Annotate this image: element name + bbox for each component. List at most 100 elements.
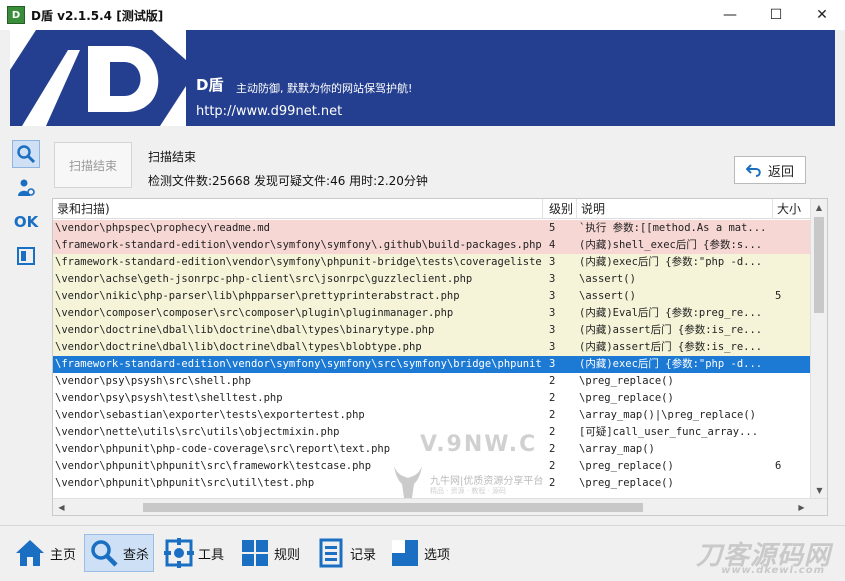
table-row[interactable]: \vendor\psy\psysh\test\shelltest.php 2 \pr… [53,390,811,407]
table-row[interactable]: \vendor\nikic\php-parser\lib\phpparser\p… [53,288,811,305]
title-bar: D D盾 v2.1.5.4 [测试版] — ☐ ✕ [0,0,845,30]
table-body: \vendor\phpspec\prophecy\readme.md 5 `执行 参… [53,220,811,492]
table-cell-desc: \preg_replace() [579,477,674,489]
table-cell-path: \vendor\composer\composer\src\composer\p… [55,307,454,319]
banner-url[interactable]: http://www.d99net.net [196,104,342,119]
table-row[interactable]: \framework-standard-edition\vendor\symfo… [53,254,811,271]
table-cell-size [773,441,811,458]
table-cell-level: 2 [549,375,556,387]
table-cell-path: \vendor\achse\geth-jsonrpc-php-client\sr… [55,273,473,285]
scroll-up-arrow-icon[interactable]: ▲ [811,199,827,216]
nav-options-label: 选项 [424,547,451,563]
horizontal-scrollbar[interactable]: ◀ ▶ [53,498,827,515]
table-cell-path: \vendor\nikic\php-parser\lib\phpparser\p… [55,290,460,302]
ok-icon: OK [13,213,39,231]
table-cell-desc: (内藏)assert后门 {参数:is_re... [579,341,763,353]
left-nav-ok-icon[interactable]: OK [12,208,40,236]
table-cell-size [773,475,811,492]
table-row[interactable]: \vendor\phpunit\phpunit\src\framework\te… [53,458,811,475]
table-row[interactable]: \vendor\achse\geth-jsonrpc-php-client\sr… [53,271,811,288]
table-cell-size [773,271,811,288]
banner: D盾 主动防御, 默默为你的网站保驾护航! http://www.d99net.… [10,30,835,126]
table-cell-level: 4 [549,239,556,251]
minimize-button[interactable]: — [707,0,753,30]
scan-status-button[interactable]: 扫描结束 [54,142,132,188]
table-cell-size [773,407,811,424]
table-cell-level: 3 [549,290,556,302]
undo-arrow-icon [745,164,761,177]
table-row[interactable]: \vendor\phpspec\prophecy\readme.md 5 `执行 参… [53,220,811,237]
table-cell-path: \framework-standard-edition\vendor\symfo… [55,256,543,268]
magnifier-icon [17,145,36,164]
column-header-size[interactable]: 大小 [773,199,811,219]
table-cell-desc: (内藏)Eval后门 {参数:preg_re... [579,307,763,319]
user-gear-icon [18,179,35,196]
app-icon: D [7,6,25,24]
scroll-left-arrow-icon[interactable]: ◀ [53,499,70,515]
table-row[interactable]: \vendor\phpunit\php-code-coverage\src\re… [53,441,811,458]
table-row[interactable]: \vendor\composer\composer\src\composer\p… [53,305,811,322]
table-row[interactable]: \vendor\sebastian\exporter\tests\exporte… [53,407,811,424]
close-button[interactable]: ✕ [799,0,845,30]
table-header: 录和扫描) 级别 说明 大小 [53,199,811,219]
table-cell-level: 2 [549,443,556,455]
table-cell-path: \vendor\nette\utils\src\utils\objectmixi… [55,426,340,438]
table-cell-desc: (内藏)exec后门 {参数:"php -d... [579,358,763,370]
table-row[interactable]: \vendor\doctrine\dbal\lib\doctrine\dbal\… [53,339,811,356]
scroll-right-arrow-icon[interactable]: ▶ [793,499,810,515]
table-cell-level: 3 [549,273,556,285]
table-cell-desc: (内藏)assert后门 {参数:is_re... [579,324,763,336]
table-cell-desc: (内藏)shell_exec后门 {参数:s... [579,239,763,251]
table-row[interactable]: \vendor\nette\utils\src\utils\objectmixi… [53,424,811,441]
option-panel-icon [392,540,418,566]
table-cell-path: \vendor\phpspec\prophecy\readme.md [55,222,270,234]
back-button[interactable]: 返回 [734,156,806,184]
table-cell-path: \vendor\sebastian\exporter\tests\exporte… [55,409,365,421]
nav-options-button[interactable]: 选项 [386,534,454,572]
left-nav-user-gear-icon[interactable] [12,174,40,202]
horizontal-scroll-thumb[interactable] [143,503,643,512]
scan-summary-text: 检测文件数:25668 发现可疑文件:46 用时:2.20分钟 [148,174,428,188]
table-cell-level: 2 [549,426,556,438]
table-cell-size [773,237,811,254]
table-cell-path: \vendor\phpunit\phpunit\src\util\test.ph… [55,477,315,489]
column-header-level[interactable]: 级别 [543,199,577,219]
nav-scan-button[interactable]: 查杀 [84,534,155,572]
table-row[interactable]: \vendor\phpunit\phpunit\src\util\test.ph… [53,475,811,492]
table-row[interactable]: \vendor\psy\psysh\src\shell.php 2 \preg_re… [53,373,811,390]
table-cell-level: 2 [549,460,556,472]
table-cell-path: \vendor\doctrine\dbal\lib\doctrine\dbal\… [55,341,422,353]
banner-brand: D盾 [196,76,224,94]
column-header-desc[interactable]: 说明 [577,199,773,219]
table-cell-desc: \array_map() [579,443,655,455]
nav-log-button[interactable]: 记录 [312,534,380,572]
column-header-path[interactable]: 录和扫描) [53,199,543,219]
table-cell-path: \framework-standard-edition\vendor\symfo… [55,358,543,370]
table-cell-size [773,356,811,373]
table-cell-level: 2 [549,477,556,489]
nav-tools-button[interactable]: 工具 [160,534,228,572]
nav-log-label: 记录 [350,547,377,563]
back-button-label: 返回 [767,164,794,180]
maximize-button[interactable]: ☐ [753,0,799,30]
table-cell-desc: \preg_replace() [579,375,674,387]
left-nav-window-icon[interactable] [12,242,40,270]
table-cell-desc: \assert() [579,290,636,302]
left-nav-magnifier-icon[interactable] [12,140,40,168]
table-cell-path: \vendor\doctrine\dbal\lib\doctrine\dbal\… [55,324,435,336]
table-cell-level: 5 [549,222,556,234]
nav-rules-button[interactable]: 规则 [236,534,304,572]
scroll-down-arrow-icon[interactable]: ▼ [811,482,827,499]
table-row[interactable]: \framework-standard-edition\vendor\symfo… [53,237,811,254]
banner-slogan: 主动防御, 默默为你的网站保驾护航! [236,82,413,95]
nav-home-button[interactable]: 主页 [10,534,80,572]
table-row[interactable]: \framework-standard-edition\vendor\symfo… [53,356,811,373]
table-row[interactable]: \vendor\doctrine\dbal\lib\doctrine\dbal\… [53,322,811,339]
table-cell-desc: [可疑]call_user_func_array... [579,426,759,438]
vertical-scrollbar[interactable]: ▲ ▼ [810,199,827,499]
vertical-scroll-thumb[interactable] [814,217,824,313]
table-cell-path: \vendor\psy\psysh\src\shell.php [55,375,251,387]
table-cell-level: 3 [549,324,556,336]
table-cell-desc: \assert() [579,273,636,285]
table-cell-level: 2 [549,392,556,404]
